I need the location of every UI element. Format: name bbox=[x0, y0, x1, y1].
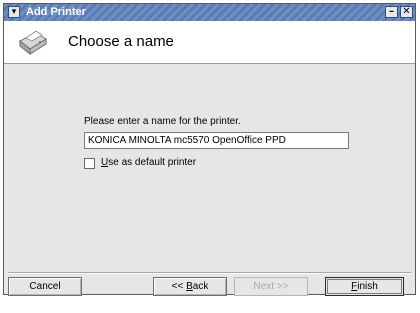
default-printer-label[interactable]: Use as default printer bbox=[101, 157, 196, 168]
finish-button[interactable]: Finish bbox=[325, 277, 404, 296]
page-header: Choose a name bbox=[4, 21, 415, 64]
minimize-icon[interactable]: – bbox=[385, 6, 398, 18]
page-title: Choose a name bbox=[68, 33, 174, 50]
back-button-rest: ack bbox=[192, 281, 209, 292]
default-printer-label-text: se as default printer bbox=[108, 157, 197, 168]
window-title: Add Printer bbox=[26, 6, 86, 18]
window-menu-icon[interactable]: ▾ bbox=[8, 6, 20, 18]
next-button[interactable]: Next >> bbox=[234, 277, 308, 296]
finish-button-rest: inish bbox=[357, 281, 378, 292]
default-printer-checkbox[interactable] bbox=[84, 158, 95, 169]
button-bar-divider bbox=[8, 272, 411, 274]
back-button-mnemonic: B bbox=[186, 281, 193, 292]
cancel-button[interactable]: Cancel bbox=[8, 277, 82, 296]
close-icon[interactable]: ✕ bbox=[400, 6, 413, 18]
back-button-prefix: << bbox=[171, 281, 187, 292]
title-bar[interactable]: ▾ Add Printer – ✕ bbox=[4, 4, 415, 22]
add-printer-dialog: ▾ Add Printer – ✕ Choose a name Please e… bbox=[3, 3, 416, 295]
printer-icon bbox=[19, 30, 47, 56]
printer-name-input[interactable]: KONICA MINOLTA mc5570 OpenOffice PPD bbox=[84, 132, 349, 149]
name-prompt-label: Please enter a name for the printer. bbox=[84, 116, 241, 127]
back-button[interactable]: << Back bbox=[153, 277, 227, 296]
